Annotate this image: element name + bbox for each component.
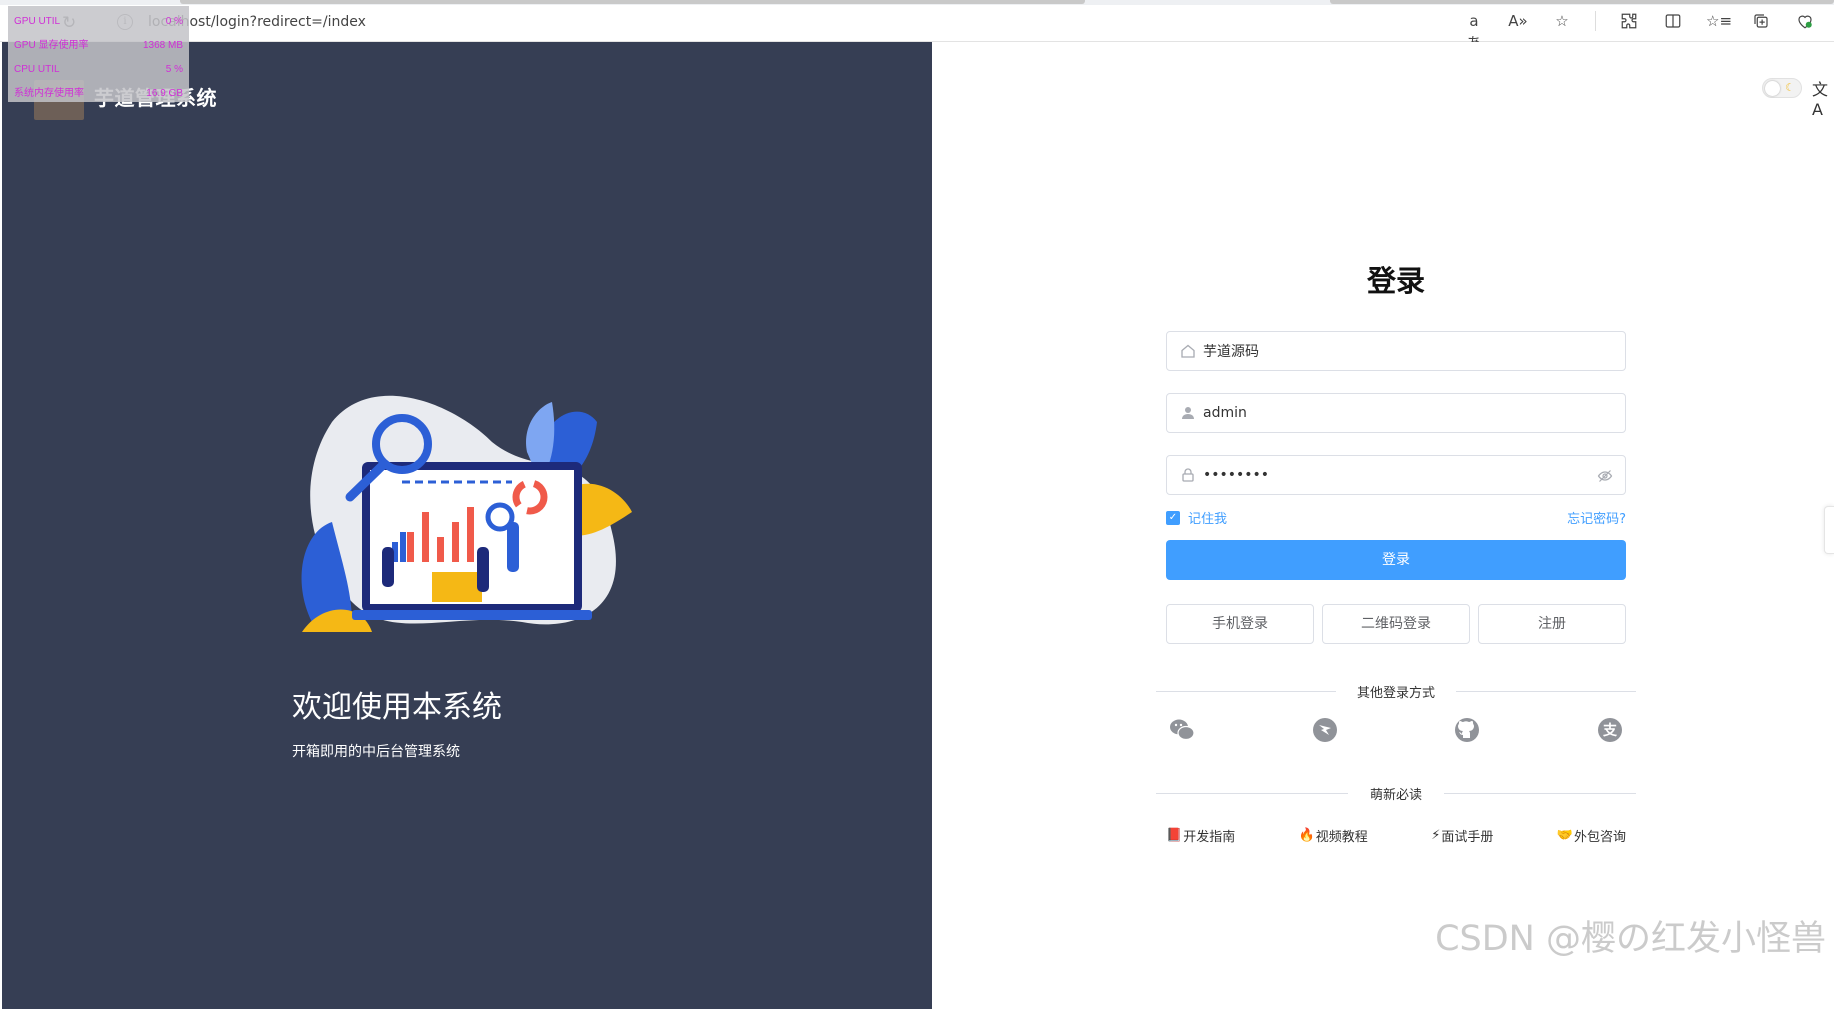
user-icon: [1180, 405, 1196, 421]
welcome-heading: 欢迎使用本系统: [292, 690, 502, 725]
link-label[interactable]: 开发指南: [1183, 826, 1235, 845]
side-drawer-handle[interactable]: [1824, 506, 1834, 554]
watermark: CSDN @樱の红发小怪兽: [1435, 919, 1826, 959]
lock-icon: [1180, 467, 1196, 483]
overlay-label: GPU 显存使用率: [14, 40, 89, 51]
password-field[interactable]: [1166, 455, 1626, 495]
other-login-divider: 其他登录方式: [1156, 682, 1636, 702]
remember-me-label[interactable]: 记住我: [1188, 508, 1227, 527]
dashboard-illustration: [301, 395, 632, 632]
interview-handbook-link[interactable]: ⚡ 面试手册: [1431, 826, 1493, 845]
register-button[interactable]: 注册: [1478, 604, 1626, 644]
password-input[interactable]: [1203, 456, 1583, 494]
svg-text:支: 支: [1602, 722, 1618, 739]
left-panel: 芋道管理系统 欢迎使用本系统 开箱即用的中后台管理系统: [2, 42, 932, 1009]
help-links: 📕 开发指南 🔥 视频教程 ⚡ 面试手册 🤝 外包咨询: [1166, 826, 1626, 845]
wechat-icon[interactable]: [1168, 716, 1196, 744]
tenant-field[interactable]: [1166, 331, 1626, 371]
checkbox-checked-icon[interactable]: ✓: [1166, 510, 1180, 525]
overlay-value: 5 %: [165, 64, 183, 75]
overlay-label: 系统内存使用率: [14, 88, 84, 99]
browser-toolbar: ↻ i localhost/login?redirect=/index aあ A…: [0, 0, 1834, 52]
overlay-row: CPU UTIL 5 %: [14, 58, 183, 82]
dingtalk-icon[interactable]: [1311, 716, 1339, 744]
must-read-divider: 萌新必读: [1156, 784, 1636, 804]
alipay-icon[interactable]: 支: [1596, 716, 1624, 744]
translate-page-icon[interactable]: aあ: [1463, 10, 1485, 52]
dev-guide-link[interactable]: 📕 开发指南: [1166, 826, 1235, 845]
read-aloud-icon[interactable]: A»: [1507, 10, 1529, 32]
tab-indicator[interactable]: [1330, 0, 1834, 4]
lightning-icon: ⚡: [1431, 828, 1441, 843]
tab-indicator[interactable]: [180, 0, 1085, 4]
overlay-row: GPU UTIL 0 %: [14, 10, 183, 34]
welcome-subtitle: 开箱即用的中后台管理系统: [292, 744, 460, 760]
login-button[interactable]: 登录: [1166, 540, 1626, 580]
must-read-label: 萌新必读: [1351, 788, 1440, 803]
other-login-label: 其他登录方式: [1338, 686, 1453, 701]
forgot-password-link[interactable]: 忘记密码?: [1567, 508, 1626, 527]
dark-mode-toggle[interactable]: ☾: [1762, 78, 1802, 98]
toolbar-divider: [1595, 11, 1596, 31]
favorite-star-icon[interactable]: ☆: [1551, 10, 1573, 32]
collections-icon[interactable]: [1750, 10, 1772, 32]
qrcode-login-button[interactable]: 二维码登录: [1322, 604, 1470, 644]
eye-hidden-icon[interactable]: [1597, 468, 1613, 484]
split-screen-icon[interactable]: [1662, 10, 1684, 32]
login-panel: ☾ 文A 登录 ✓ 记住我: [932, 42, 1834, 1009]
extensions-icon[interactable]: [1618, 10, 1640, 32]
performance-overlay: GPU UTIL 0 % GPU 显存使用率 1368 MB CPU UTIL …: [8, 6, 189, 102]
favorites-icon[interactable]: ☆≡: [1706, 10, 1732, 32]
tab-strip: [0, 0, 1834, 5]
home-icon: [1180, 343, 1196, 359]
overlay-row: 系统内存使用率 16.9 GB: [14, 82, 183, 106]
login-title: 登录: [1366, 264, 1425, 298]
tenant-input[interactable]: [1203, 332, 1583, 370]
overlay-row: GPU 显存使用率 1368 MB: [14, 34, 183, 58]
fire-icon: 🔥: [1298, 828, 1315, 843]
moon-icon: ☾: [1785, 81, 1795, 94]
handshake-icon: 🤝: [1556, 828, 1573, 843]
overlay-value: 16.9 GB: [146, 88, 183, 99]
username-field[interactable]: [1166, 393, 1626, 433]
link-label[interactable]: 视频教程: [1316, 826, 1368, 845]
alternative-login-buttons: 手机登录 二维码登录 注册: [1166, 604, 1626, 644]
book-icon: 📕: [1166, 828, 1183, 843]
link-label[interactable]: 外包咨询: [1574, 826, 1626, 845]
video-tutorial-link[interactable]: 🔥 视频教程: [1299, 826, 1368, 845]
remember-me-checkbox[interactable]: ✓ 记住我: [1166, 508, 1227, 527]
github-icon[interactable]: [1453, 716, 1481, 744]
divider-text: 其他登录方式: [1156, 682, 1636, 701]
overlay-value: 1368 MB: [142, 40, 183, 51]
language-icon[interactable]: 文A: [1812, 76, 1834, 119]
divider-text: 萌新必读: [1156, 784, 1636, 803]
social-login-icons: 支: [1166, 716, 1626, 744]
overlay-label: GPU UTIL: [14, 16, 61, 27]
overlay-label: CPU UTIL: [14, 64, 60, 75]
link-label[interactable]: 面试手册: [1441, 826, 1493, 845]
toggle-knob: [1765, 81, 1780, 96]
browser-essentials-icon[interactable]: [1794, 10, 1816, 32]
overlay-value: 0 %: [165, 16, 183, 27]
username-input[interactable]: [1203, 394, 1583, 432]
mobile-login-button[interactable]: 手机登录: [1166, 604, 1314, 644]
outsourcing-link[interactable]: 🤝 外包咨询: [1557, 826, 1626, 845]
